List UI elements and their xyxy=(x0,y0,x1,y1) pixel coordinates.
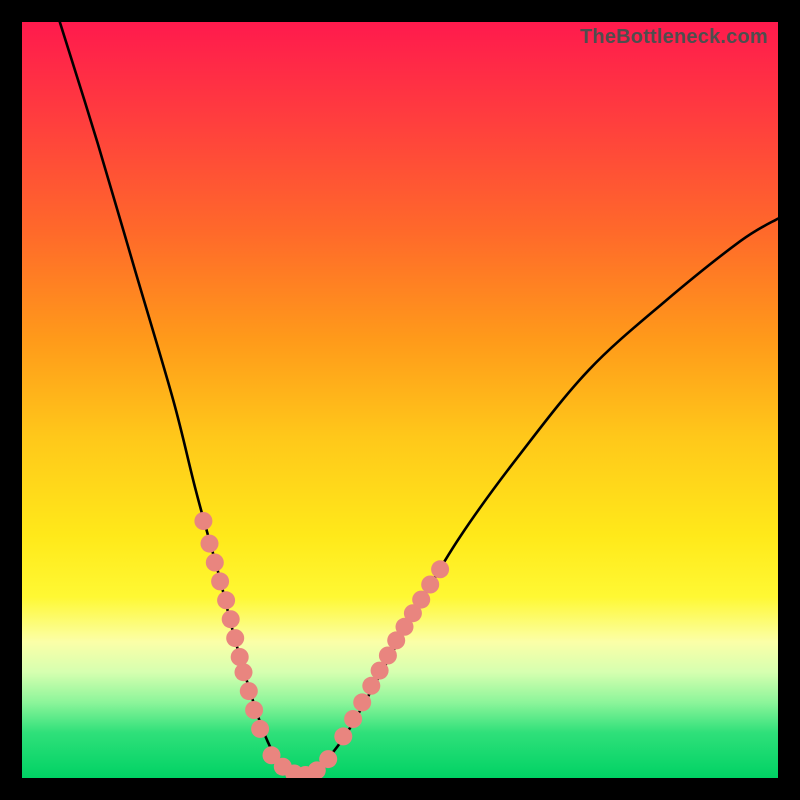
marker-dot xyxy=(421,576,439,594)
marker-dot xyxy=(206,554,224,572)
marker-dot xyxy=(194,512,212,530)
marker-dot xyxy=(431,560,449,578)
marker-dot xyxy=(344,710,362,728)
marker-dot xyxy=(334,727,352,745)
marker-dot xyxy=(371,662,389,680)
marker-dot xyxy=(235,663,253,681)
marker-dot xyxy=(245,701,263,719)
marker-dot xyxy=(201,535,219,553)
marker-dot xyxy=(263,746,281,764)
chart-frame: TheBottleneck.com xyxy=(0,0,800,800)
marker-dot xyxy=(353,693,371,711)
marker-dot xyxy=(222,610,240,628)
marker-dot xyxy=(404,604,422,622)
marker-dot xyxy=(211,572,229,590)
marker-dot xyxy=(379,647,397,665)
marker-dot xyxy=(319,750,337,768)
marker-dot xyxy=(274,758,292,776)
marker-dot xyxy=(412,591,430,609)
marker-dot xyxy=(308,761,326,778)
marker-dot xyxy=(217,591,235,609)
marker-dot xyxy=(285,765,303,779)
marker-dot xyxy=(240,682,258,700)
plot-area: TheBottleneck.com xyxy=(22,22,778,778)
marker-dots xyxy=(194,512,449,778)
marker-dot xyxy=(231,648,249,666)
marker-dot xyxy=(387,631,405,649)
marker-dot xyxy=(297,766,315,778)
marker-dot xyxy=(362,677,380,695)
curve-overlay xyxy=(22,22,778,778)
marker-dot xyxy=(396,618,414,636)
marker-dot xyxy=(226,629,244,647)
marker-dot xyxy=(251,720,269,738)
watermark-text: TheBottleneck.com xyxy=(580,26,768,49)
bottleneck-curve xyxy=(60,22,778,778)
